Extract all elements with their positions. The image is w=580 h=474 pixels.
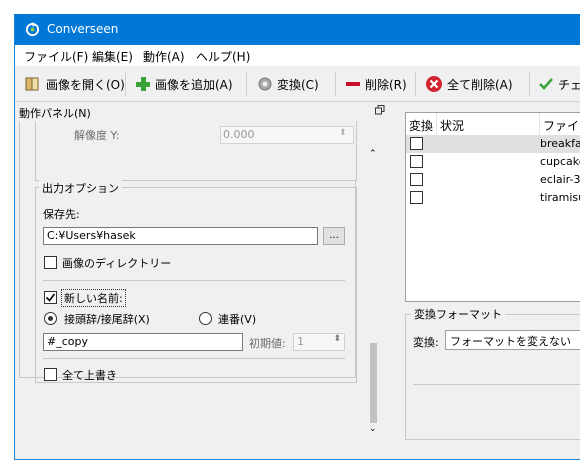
float-panel-icon[interactable] [375,105,385,115]
column-header-status[interactable]: 状況 [437,113,540,135]
check-button[interactable]: チェッ [538,73,580,95]
row-convert-checkbox[interactable] [410,137,423,150]
check-mark-icon [45,293,56,302]
resolution-y-value: 0.000 [223,128,255,141]
convert-button[interactable]: 変換(C) [257,73,319,95]
title-bar[interactable]: Converseen [15,14,580,45]
delete-button[interactable]: 削除(R) [345,73,407,95]
action-panel-title: 動作パネル(N) [19,107,91,120]
toolbar: 画像を開く(O) 画像を追加(A) 変換(C) 削除(R) 全て削除(A) チェ [15,66,580,102]
scrollbar-thumb[interactable] [370,343,377,423]
panel-scrollbar[interactable]: ⌃ ⌄ [365,121,382,434]
plus-icon [136,77,150,91]
delete-all-button[interactable]: 全て削除(A) [425,73,513,95]
save-path-input[interactable]: C:¥Users¥hasek [43,227,318,245]
sequence-radio[interactable] [199,312,212,325]
app-window: Converseen ファイル(F) 編集(E) 動作(A) ヘルプ(H) 画像… [14,14,580,460]
table-row[interactable]: tiramisu [406,189,580,207]
prefix-suffix-radio[interactable] [44,312,57,325]
scroll-up-icon[interactable]: ⌃ [369,149,377,159]
toolbar-separator [415,72,416,96]
delete-all-icon [426,76,442,92]
initial-value: 1 [297,335,304,348]
add-images-label: 画像を追加(A) [155,77,233,92]
row-filename: cupcakes [540,155,580,168]
row-filename: breakfast [540,137,580,150]
output-options-title: 出力オプション [39,180,122,196]
menu-bar: ファイル(F) 編集(E) 動作(A) ヘルプ(H) [15,45,580,66]
overwrite-all-label: 全て上書き [62,369,117,382]
convert-label: 変換(C) [277,77,319,92]
file-list-table: 変換 状況 ファイル名 breakfast cupcakes eclair-3 … [405,112,580,302]
initial-value-spinbox[interactable]: 1 ⬍ [293,333,345,351]
row-filename: tiramisu [540,191,580,204]
toolbar-separator [335,72,336,96]
save-to-label: 保存先: [43,208,80,221]
new-name-label: 新しい名前: [61,289,126,307]
spin-arrows-icon: ⬍ [339,128,347,138]
row-convert-checkbox[interactable] [410,173,423,186]
gear-icon [258,77,272,91]
toolbar-separator [529,72,530,96]
resolution-group: 解像度 Y: 0.000 ⬍ [35,121,357,181]
panel-splitter[interactable] [389,103,393,449]
image-dir-label: 画像のディレクトリー [62,257,172,270]
initial-value-label: 初期値: [249,337,286,350]
table-row[interactable]: cupcakes [406,153,580,171]
action-panel-header: 動作パネル(N) [15,103,389,121]
new-name-checkbox[interactable] [44,291,57,304]
overwrite-all-checkbox[interactable] [44,368,57,381]
menu-edit[interactable]: 編集(E) [92,48,133,65]
window-title: Converseen [47,22,119,36]
sequence-label: 連番(V) [218,313,257,326]
image-dir-checkbox[interactable] [44,256,57,269]
spin-arrows-icon: ⬍ [333,334,341,344]
row-convert-checkbox[interactable] [410,191,423,204]
prefix-suffix-label: 接頭辞/接尾辞(X) [64,313,150,326]
browse-button[interactable]: ... [323,227,345,245]
checkmark-icon [539,78,553,90]
table-row[interactable]: breakfast [406,135,580,153]
delete-all-label: 全て削除(A) [447,77,513,92]
column-header-convert[interactable]: 変換 [406,113,437,135]
convert-format-title: 変換フォーマット [411,306,505,322]
divider [413,384,580,385]
open-images-button[interactable]: 画像を開く(O) [24,73,125,95]
convert-format-label: 変換: [413,336,439,349]
output-options-group [35,187,357,383]
toolbar-separator [125,72,126,96]
app-logo-icon [25,22,40,37]
resolution-y-label: 解像度 Y: [74,129,120,142]
open-book-icon [25,77,39,91]
menu-help[interactable]: ヘルプ(H) [196,48,250,65]
divider [43,358,345,359]
name-pattern-input[interactable]: #_copy [43,333,243,351]
scroll-down-icon[interactable]: ⌄ [369,424,377,434]
minus-icon [346,82,360,86]
menu-file[interactable]: ファイル(F) [24,48,88,65]
delete-label: 削除(R) [365,77,407,92]
action-panel: 解像度 Y: 0.000 ⬍ 出力オプション 保存先: C:¥Users¥has… [15,121,389,451]
convert-format-select[interactable]: フォーマットを変えない [445,330,580,350]
menu-action[interactable]: 動作(A) [143,48,185,65]
column-header-filename[interactable]: ファイル名 [540,113,580,135]
check-label: チェッ [558,77,580,92]
add-images-button[interactable]: 画像を追加(A) [135,73,233,95]
divider [43,280,345,281]
row-convert-checkbox[interactable] [410,155,423,168]
open-images-label: 画像を開く(O) [46,77,125,92]
row-filename: eclair-3 [540,173,580,186]
table-row[interactable]: eclair-3 [406,171,580,189]
toolbar-separator [246,72,247,96]
resolution-y-spinbox[interactable]: 0.000 ⬍ [220,126,354,144]
